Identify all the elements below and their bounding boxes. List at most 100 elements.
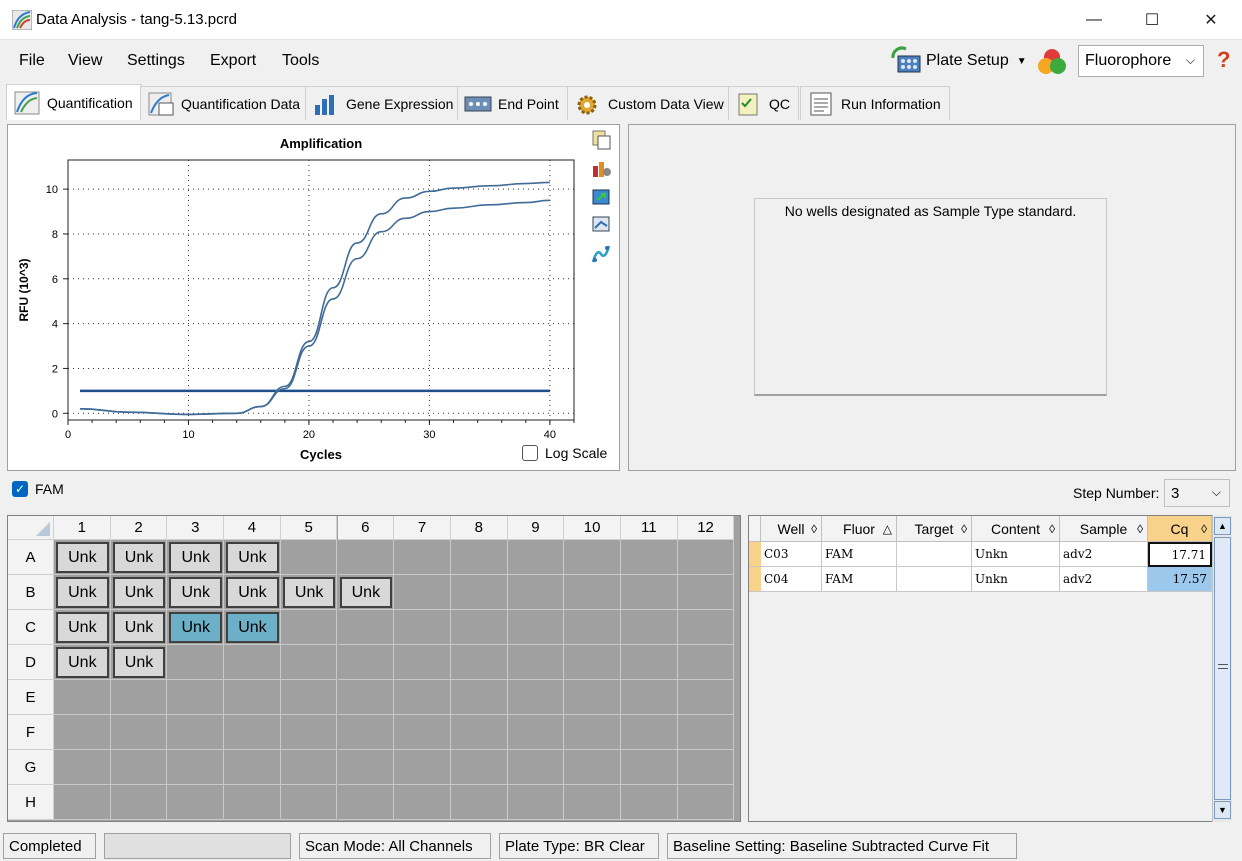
plate-cell[interactable] bbox=[507, 750, 565, 785]
plate-well[interactable]: Unk bbox=[112, 647, 166, 678]
plate-well[interactable]: Unk bbox=[226, 542, 279, 573]
log-scale-checkbox[interactable] bbox=[522, 445, 538, 461]
plate-column-header[interactable]: 6 bbox=[337, 516, 395, 540]
plate-cell[interactable] bbox=[621, 610, 678, 645]
plate-cell[interactable] bbox=[337, 540, 395, 575]
plate-cell[interactable] bbox=[394, 680, 451, 715]
export-icon[interactable] bbox=[591, 186, 611, 206]
plate-cell[interactable] bbox=[337, 680, 395, 715]
plate-column-header[interactable]: 1 bbox=[54, 516, 111, 540]
plate-well[interactable]: Unk bbox=[339, 577, 393, 608]
plate-well[interactable]: Unk bbox=[226, 612, 279, 643]
scroll-up-icon[interactable]: ▲ bbox=[1214, 517, 1231, 535]
row-marker[interactable] bbox=[749, 567, 761, 592]
tab-quantification-data[interactable]: Quantification Data bbox=[140, 86, 310, 120]
plate-cell[interactable] bbox=[280, 610, 338, 645]
fluorophore-select[interactable]: Fluorophore ⌵ bbox=[1078, 45, 1204, 77]
plate-cell[interactable] bbox=[564, 540, 621, 575]
plate-column-header[interactable]: 10 bbox=[564, 516, 621, 540]
plate-cell[interactable] bbox=[450, 610, 508, 645]
table-scrollbar[interactable]: ▲ ▼ bbox=[1212, 515, 1232, 822]
plate-column-header[interactable]: 4 bbox=[224, 516, 281, 540]
plate-well[interactable]: Unk bbox=[169, 577, 223, 608]
plate-cell[interactable] bbox=[337, 750, 395, 785]
close-button[interactable]: ✕ bbox=[1182, 0, 1240, 40]
plate-cell[interactable] bbox=[167, 680, 225, 715]
plate-cell[interactable] bbox=[394, 540, 451, 575]
plate-cell[interactable] bbox=[450, 575, 508, 610]
table-cell-fluor[interactable]: FAM bbox=[822, 542, 897, 567]
plate-row-header[interactable]: A bbox=[8, 540, 54, 575]
plate-cell[interactable] bbox=[394, 575, 451, 610]
plate-cell[interactable] bbox=[450, 540, 508, 575]
plate-cell[interactable] bbox=[564, 785, 621, 820]
help-icon[interactable]: ? bbox=[1217, 47, 1230, 73]
table-cell-well[interactable]: C04 bbox=[761, 567, 822, 592]
plate-cell[interactable] bbox=[110, 715, 168, 750]
plate-column-header[interactable]: 9 bbox=[507, 516, 565, 540]
plate-cell[interactable] bbox=[621, 785, 678, 820]
plate-well[interactable]: Unk bbox=[169, 612, 223, 643]
plate-cell[interactable] bbox=[677, 645, 735, 680]
plate-cell[interactable] bbox=[564, 680, 621, 715]
table-header-fluor[interactable]: Fluor △ bbox=[822, 516, 897, 542]
plate-cell[interactable] bbox=[677, 715, 735, 750]
plate-cell[interactable] bbox=[450, 645, 508, 680]
plate-cell[interactable] bbox=[394, 610, 451, 645]
plate-cell[interactable] bbox=[280, 540, 338, 575]
table-cell-target[interactable] bbox=[897, 567, 972, 592]
plate-cell[interactable] bbox=[507, 540, 565, 575]
plate-cell[interactable] bbox=[54, 750, 111, 785]
plate-cell[interactable] bbox=[224, 785, 281, 820]
plate-cell[interactable] bbox=[564, 575, 621, 610]
plate-cell[interactable] bbox=[337, 610, 395, 645]
plate-column-header[interactable]: 7 bbox=[394, 516, 451, 540]
select-all-corner[interactable] bbox=[8, 516, 54, 540]
plate-cell[interactable] bbox=[280, 785, 338, 820]
plate-cell[interactable] bbox=[54, 785, 111, 820]
row-marker[interactable] bbox=[749, 542, 761, 567]
table-cell-well[interactable]: C03 bbox=[761, 542, 822, 567]
plate-cell[interactable] bbox=[110, 680, 168, 715]
plate-cell[interactable] bbox=[224, 645, 281, 680]
table-header-sample[interactable]: Sample ◊ bbox=[1060, 516, 1148, 542]
plate-cell[interactable] bbox=[394, 750, 451, 785]
plate-cell[interactable] bbox=[507, 715, 565, 750]
minimize-button[interactable]: — bbox=[1065, 0, 1123, 40]
table-header-content[interactable]: Content ◊ bbox=[972, 516, 1060, 542]
menu-export[interactable]: Export bbox=[210, 52, 256, 70]
plate-cell[interactable] bbox=[110, 785, 168, 820]
plate-cell[interactable] bbox=[167, 645, 225, 680]
table-header-well[interactable]: Well ◊ bbox=[761, 516, 822, 542]
tab-qc[interactable]: QC bbox=[728, 86, 799, 120]
plate-cell[interactable] bbox=[507, 785, 565, 820]
plate-cell[interactable] bbox=[394, 715, 451, 750]
plate-cell[interactable] bbox=[280, 680, 338, 715]
fam-filter[interactable]: ✓ FAM bbox=[12, 481, 64, 497]
plate-cell[interactable] bbox=[677, 680, 735, 715]
plate-cell[interactable] bbox=[224, 715, 281, 750]
fam-checkbox[interactable]: ✓ bbox=[12, 481, 28, 497]
plate-well[interactable]: Unk bbox=[282, 577, 336, 608]
plate-well[interactable]: Unk bbox=[56, 542, 109, 573]
chart-settings-icon[interactable] bbox=[591, 158, 611, 178]
table-header-target[interactable]: Target ◊ bbox=[897, 516, 972, 542]
plate-cell[interactable] bbox=[224, 680, 281, 715]
plate-cell[interactable] bbox=[507, 610, 565, 645]
tab-gene-expression[interactable]: Gene Expression bbox=[305, 86, 463, 120]
plate-well[interactable]: Unk bbox=[226, 577, 279, 608]
plate-cell[interactable] bbox=[621, 540, 678, 575]
plate-well[interactable]: Unk bbox=[112, 577, 166, 608]
plate-cell[interactable] bbox=[621, 715, 678, 750]
plate-row-header[interactable]: C bbox=[8, 610, 54, 645]
step-number-select[interactable]: 3 ⌵ bbox=[1164, 479, 1230, 507]
plate-cell[interactable] bbox=[167, 715, 225, 750]
plate-row-header[interactable]: D bbox=[8, 645, 54, 680]
plate-well[interactable]: Unk bbox=[56, 647, 109, 678]
plate-cell[interactable] bbox=[450, 680, 508, 715]
plate-well[interactable]: Unk bbox=[112, 612, 166, 643]
plate-well[interactable]: Unk bbox=[56, 612, 109, 643]
plate-cell[interactable] bbox=[564, 750, 621, 785]
plate-cell[interactable] bbox=[54, 680, 111, 715]
table-cell-sample[interactable]: adv2 bbox=[1060, 567, 1148, 592]
